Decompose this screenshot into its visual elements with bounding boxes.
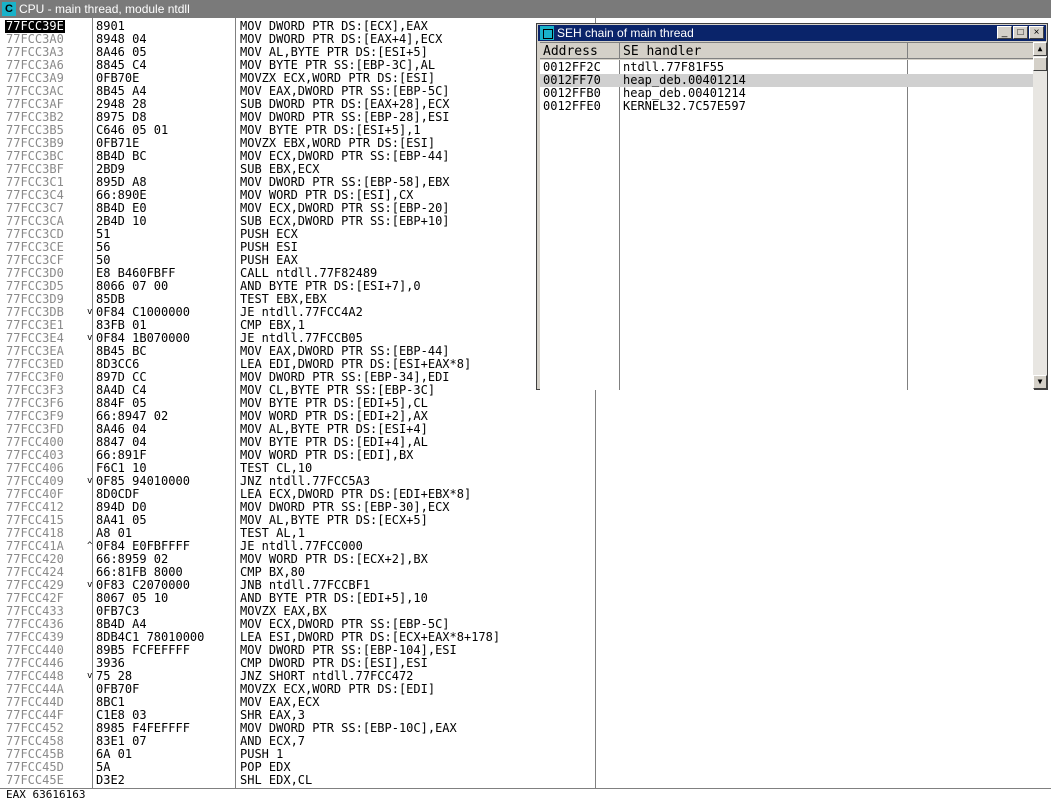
seh-chain-window[interactable]: SEH chain of main thread _ □ × Address S… — [536, 23, 1048, 390]
seh-record-address: 0012FFE0 — [543, 99, 601, 113]
column-header-blank[interactable] — [908, 43, 1034, 59]
disassembly-row[interactable]: 77FCC45E D3E2 SHL EDX,CL — [0, 774, 596, 787]
window-title: CPU - main thread, module ntdll — [19, 2, 190, 16]
instruction-address: 77FCC45E — [6, 773, 64, 787]
disassembly-row[interactable]: 77FCC3CD 51 PUSH ECX — [0, 228, 596, 241]
column-header-se-handler[interactable]: SE handler — [620, 43, 908, 59]
seh-handler: KERNEL32.7C57E597 — [623, 99, 746, 113]
jump-arrow-icon: v — [87, 671, 93, 681]
disassembly-row[interactable]: 77FCC45B 6A 01 PUSH 1 — [0, 748, 596, 761]
main-title-bar[interactable]: C CPU - main thread, module ntdll — [0, 0, 1051, 18]
disassembly-row[interactable]: 77FCC458 83E1 07 AND ECX,7 — [0, 735, 596, 748]
jump-arrow-icon: v — [87, 307, 93, 317]
close-button[interactable]: × — [1029, 26, 1044, 39]
instruction-disassembly: SHL EDX,CL — [240, 773, 313, 787]
seh-row[interactable]: 0012FF70 heap_deb.00401214 — [540, 74, 1034, 87]
seh-row[interactable]: 0012FF2C ntdll.77F81F55 — [540, 61, 1034, 74]
maximize-button[interactable]: □ — [1013, 26, 1028, 39]
jump-arrow-icon: ^ — [87, 541, 93, 551]
column-header-address[interactable]: Address — [540, 43, 620, 59]
minimize-button[interactable]: _ — [997, 26, 1012, 39]
jump-arrow-icon: v — [87, 580, 93, 590]
scroll-thumb[interactable] — [1033, 57, 1047, 71]
seh-row[interactable]: 0012FFE0 KERNEL32.7C57E597 — [540, 100, 1034, 113]
scroll-up-button[interactable]: ▲ — [1033, 42, 1047, 56]
jump-arrow-icon: v — [87, 333, 93, 343]
seh-title-bar[interactable]: SEH chain of main thread _ □ × — [538, 25, 1046, 41]
seh-table-header: Address SE handler — [540, 43, 1034, 60]
seh-table[interactable]: Address SE handler 0012FF2C ntdll.77F81F5… — [540, 42, 1034, 390]
instruction-hex: D3E2 — [96, 773, 125, 787]
registers-pane-edge — [0, 788, 1051, 794]
seh-scrollbar[interactable]: ▲ ▼ — [1033, 42, 1047, 389]
disassembly-row[interactable]: 77FCC3CE 56 PUSH ESI — [0, 241, 596, 254]
cpu-window-icon: C — [2, 2, 16, 16]
disassembly-row[interactable]: 77FCC3CA 2B4D 10 SUB ECX,DWORD PTR SS:[EBP… — [0, 215, 596, 228]
seh-row[interactable]: 0012FFB0 heap_deb.00401214 — [540, 87, 1034, 100]
seh-window-icon — [540, 26, 554, 40]
register-status-line: EAX 63616163 — [6, 788, 86, 801]
disassembly-pane[interactable]: 77FCC39E 8901 MOV DWORD PTR DS:[ECX],EAX 77… — [0, 18, 596, 788]
seh-window-title: SEH chain of main thread — [557, 26, 694, 40]
scroll-down-button[interactable]: ▼ — [1033, 375, 1047, 389]
jump-arrow-icon: v — [87, 476, 93, 486]
